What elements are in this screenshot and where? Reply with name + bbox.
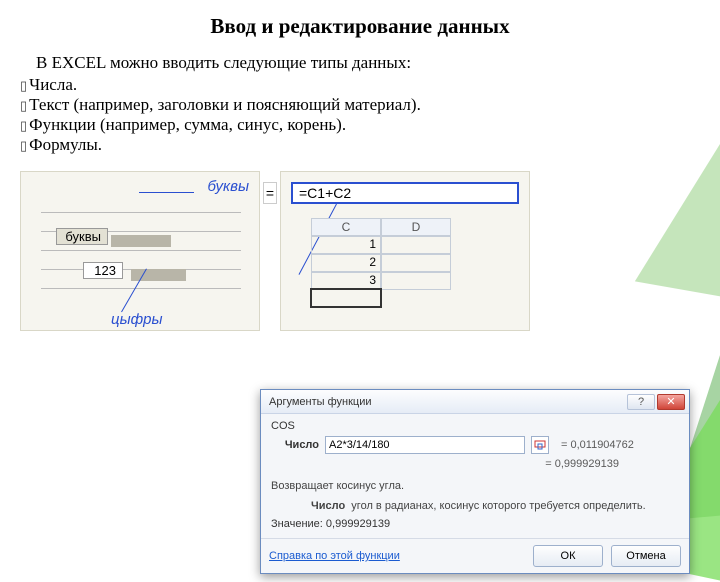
- cell-number-example: 123: [83, 262, 123, 279]
- cell-value: 1: [311, 236, 381, 254]
- bullet-item: Текст (например, заголовки и поясняющий …: [20, 95, 700, 115]
- function-arguments-dialog: Аргументы функции ? ✕ COS Число = 0,0119…: [260, 389, 690, 574]
- dialog-title: Аргументы функции: [265, 396, 625, 408]
- help-button[interactable]: ?: [627, 394, 655, 410]
- bullet-item: Функции (например, сумма, синус, корень)…: [20, 115, 700, 135]
- value-result: 0,999929139: [326, 518, 390, 530]
- arg-description: Число угол в радианах, косинус которого …: [311, 500, 679, 512]
- col-header-c: C: [311, 218, 381, 236]
- cell-text-example: буквы: [56, 228, 108, 245]
- dialog-titlebar: Аргументы функции ? ✕: [261, 390, 689, 414]
- formula-bar: =C1+C2: [291, 182, 519, 204]
- range-selector-button[interactable]: [531, 436, 549, 454]
- cell-selection: [310, 288, 382, 308]
- arg-evaluated: = 0,011904762: [561, 439, 634, 451]
- ok-button[interactable]: ОК: [533, 545, 603, 567]
- figure-letters-digits: буквы буквы 123 цыфры: [20, 171, 260, 331]
- equals-sign: =: [263, 182, 277, 204]
- cancel-button[interactable]: Отмена: [611, 545, 681, 567]
- arg-description-label: Число: [311, 500, 345, 512]
- result-preview: = 0,999929139: [271, 458, 679, 470]
- value-label: Значение:: [271, 518, 323, 530]
- label-digits: цыфры: [111, 311, 163, 328]
- col-header-d: D: [381, 218, 451, 236]
- range-selector-icon: [534, 439, 546, 451]
- intro-text: В EXCEL можно вводить следующие типы дан…: [36, 53, 700, 73]
- bullet-list: Числа. Текст (например, заголовки и пояс…: [20, 75, 700, 155]
- cell-value: 2: [311, 254, 381, 272]
- function-name: COS: [271, 420, 679, 432]
- function-description: Возвращает косинус угла.: [271, 480, 679, 492]
- arg-description-text: угол в радианах, косинус которого требуе…: [351, 500, 645, 512]
- arg-input[interactable]: [325, 436, 525, 454]
- page-title: Ввод и редактирование данных: [0, 14, 720, 39]
- close-button[interactable]: ✕: [657, 394, 685, 410]
- help-link[interactable]: Справка по этой функции: [269, 550, 525, 562]
- figure-formula: = =C1+C2 C D 1 2 3: [280, 171, 530, 331]
- label-letters: буквы: [207, 178, 249, 195]
- arg-label: Число: [271, 439, 319, 451]
- bullet-item: Числа.: [20, 75, 700, 95]
- bullet-item: Формулы.: [20, 135, 700, 155]
